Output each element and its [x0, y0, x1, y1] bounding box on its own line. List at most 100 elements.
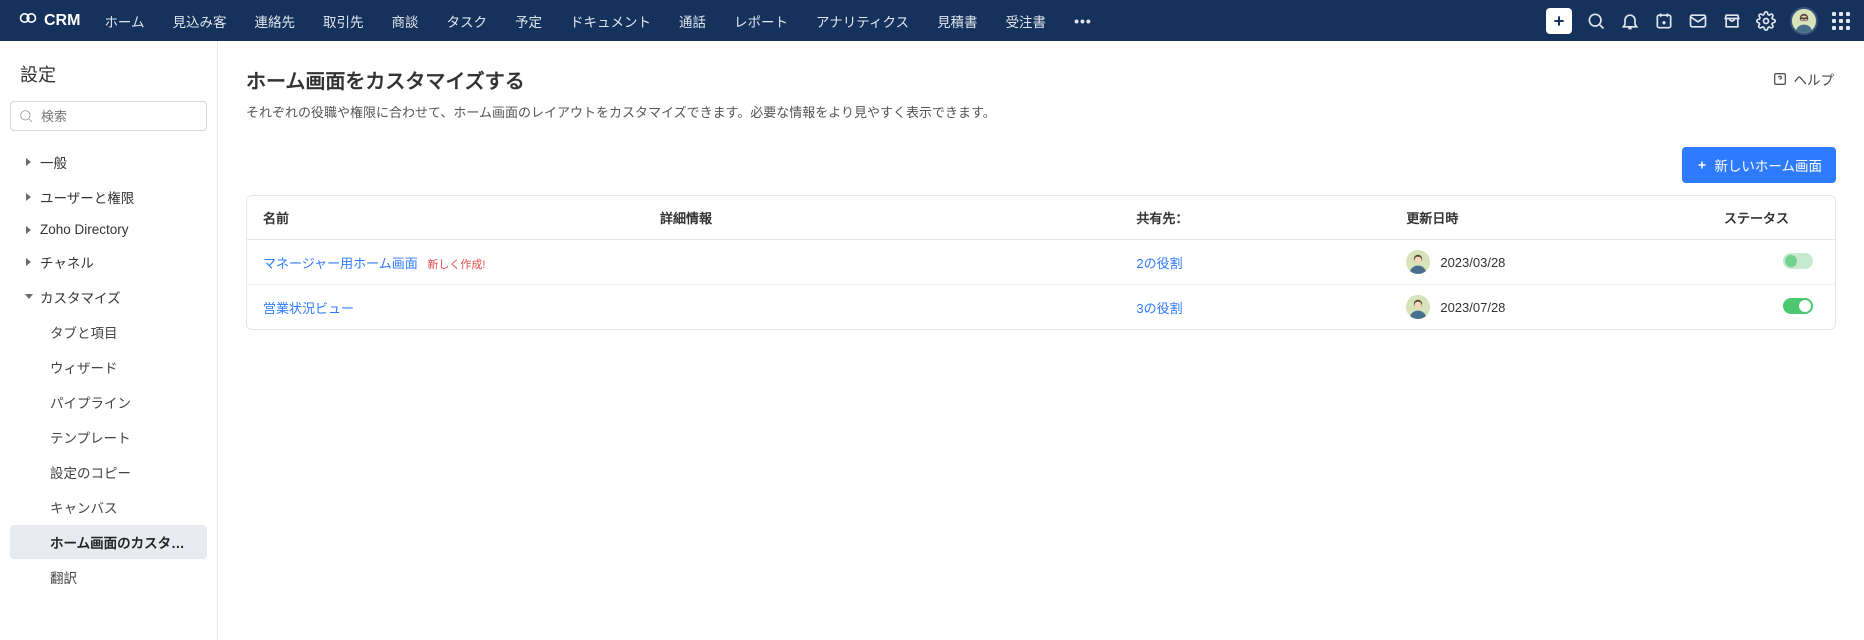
nav-item-label: レポート: [734, 11, 788, 31]
sidebar-section-zoho-directory[interactable]: Zoho Directory: [10, 215, 207, 244]
nav-item-accounts[interactable]: 取引先: [309, 0, 378, 41]
table-row: マネージャー用ホーム画面 新しく作成! 2の役割 2023/03/28: [247, 240, 1835, 285]
calendar-icon: [1654, 11, 1674, 31]
status-toggle[interactable]: [1783, 253, 1813, 269]
nav-item-home[interactable]: ホーム: [90, 0, 158, 41]
nav-item-orders[interactable]: 受注書: [992, 0, 1061, 41]
plus-icon: [1696, 159, 1708, 171]
sidebar-title: 設定: [0, 53, 217, 101]
nav-item-analytics[interactable]: アナリティクス: [802, 0, 923, 41]
notifications-button[interactable]: [1620, 11, 1640, 31]
apps-grid-button[interactable]: [1832, 12, 1850, 30]
sidebar-item-label: 設定のコピー: [50, 462, 131, 482]
sidebar-item-label: パイプライン: [50, 392, 131, 412]
help-label: ヘルプ: [1794, 69, 1835, 89]
sidebar-item-canvas[interactable]: キャンバス: [10, 490, 207, 524]
nav-item-label: 通話: [679, 11, 706, 31]
sidebar-search: [10, 101, 207, 131]
mail-button[interactable]: [1688, 11, 1708, 31]
sidebar-item-label: ウィザード: [50, 357, 118, 377]
brand-logo-icon: [18, 8, 38, 33]
nav-item-label: 連絡先: [255, 11, 296, 31]
mail-icon: [1688, 11, 1708, 31]
search-icon: [1586, 11, 1606, 31]
profile-avatar[interactable]: [1790, 7, 1818, 35]
button-label: 新しいホーム画面: [1714, 155, 1822, 175]
marketplace-button[interactable]: [1722, 11, 1742, 31]
status-toggle[interactable]: [1783, 298, 1813, 314]
column-header-detail: 詳細情報: [644, 196, 1120, 240]
sidebar-item-label: 翻訳: [50, 567, 77, 587]
column-header-share: 共有先：: [1120, 196, 1390, 240]
brand-text: CRM: [44, 12, 80, 30]
quick-create-button[interactable]: [1546, 8, 1572, 34]
gear-icon: [1756, 11, 1776, 31]
nav-item-leads[interactable]: 見込み客: [159, 0, 241, 41]
sidebar-item-home-customize[interactable]: ホーム画面のカスタマイ...: [10, 525, 207, 559]
sidebar-section-label: Zoho Directory: [40, 222, 129, 237]
nav-item-label: アナリティクス: [816, 11, 909, 31]
column-header-status: ステータス: [1708, 196, 1835, 240]
nav-more[interactable]: •••: [1060, 0, 1106, 41]
row-detail: [644, 240, 1120, 285]
nav-item-deals[interactable]: 商談: [378, 0, 433, 41]
nav-item-label: 見込み客: [173, 11, 227, 31]
settings-sidebar: 設定 一般 ユーザーと権限 Zoho Directory チャネル: [0, 41, 218, 640]
sidebar-section-label: カスタマイズ: [40, 287, 121, 307]
new-home-screen-button[interactable]: 新しいホーム画面: [1682, 147, 1836, 183]
calendar-button[interactable]: [1654, 11, 1674, 31]
avatar-icon: [1406, 295, 1430, 319]
row-share-link[interactable]: 2の役割: [1136, 256, 1182, 271]
chevron-down-icon: [24, 292, 36, 302]
row-name-link[interactable]: 営業状況ビュー: [263, 301, 354, 316]
sidebar-section-general[interactable]: 一般: [10, 145, 207, 179]
nav-item-documents[interactable]: ドキュメント: [556, 0, 665, 41]
sidebar-item-label: タブと項目: [50, 322, 118, 342]
sidebar-section-label: 一般: [40, 152, 67, 172]
plus-icon: [1551, 13, 1567, 29]
bell-icon: [1620, 11, 1640, 31]
nav-item-quotes[interactable]: 見積書: [923, 0, 992, 41]
nav-item-contacts[interactable]: 連絡先: [241, 0, 310, 41]
nav-item-calls[interactable]: 通話: [665, 0, 720, 41]
nav-item-label: 予定: [515, 11, 542, 31]
nav-more-label: •••: [1074, 13, 1092, 29]
sidebar-item-label: テンプレート: [50, 427, 131, 447]
row-updated-date: 2023/03/28: [1440, 255, 1505, 270]
brand[interactable]: CRM: [8, 8, 90, 33]
user-avatar: [1406, 295, 1430, 319]
nav-item-events[interactable]: 予定: [501, 0, 556, 41]
sidebar-item-translation[interactable]: 翻訳: [10, 560, 207, 594]
sidebar-tree: 一般 ユーザーと権限 Zoho Directory チャネル カスタマイズ タブ…: [0, 145, 217, 594]
sidebar-section-customize[interactable]: カスタマイズ: [10, 280, 207, 314]
sidebar-item-wizard[interactable]: ウィザード: [10, 350, 207, 384]
row-detail: [644, 285, 1120, 330]
new-badge: 新しく作成!: [427, 259, 485, 271]
sidebar-item-tabs-fields[interactable]: タブと項目: [10, 315, 207, 349]
search-input[interactable]: [10, 101, 207, 131]
home-screens-table: 名前 詳細情報 共有先： 更新日時 ステータス マネージャー用ホーム画面 新しく…: [246, 195, 1836, 330]
page-description: それぞれの役職や権限に合わせて、ホーム画面のレイアウトをカスタマイズできます。必…: [246, 102, 996, 121]
nav-item-label: 取引先: [323, 11, 364, 31]
sidebar-item-copy-settings[interactable]: 設定のコピー: [10, 455, 207, 489]
row-name-link[interactable]: マネージャー用ホーム画面: [263, 256, 418, 271]
help-icon: [1772, 71, 1788, 87]
nav-item-label: 商談: [392, 11, 419, 31]
nav-item-label: タスク: [447, 11, 488, 31]
row-share-link[interactable]: 3の役割: [1136, 301, 1182, 316]
search-button[interactable]: [1586, 11, 1606, 31]
sidebar-section-users[interactable]: ユーザーと権限: [10, 180, 207, 214]
sidebar-item-pipeline[interactable]: パイプライン: [10, 385, 207, 419]
sidebar-item-template[interactable]: テンプレート: [10, 420, 207, 454]
settings-button[interactable]: [1756, 11, 1776, 31]
chevron-right-icon: [24, 257, 36, 267]
user-avatar: [1406, 250, 1430, 274]
nav-item-label: ドキュメント: [570, 11, 651, 31]
nav-item-reports[interactable]: レポート: [720, 0, 802, 41]
search-icon: [18, 108, 34, 124]
sidebar-item-label: ホーム画面のカスタマイ...: [50, 532, 190, 552]
sidebar-section-channel[interactable]: チャネル: [10, 245, 207, 279]
nav-item-tasks[interactable]: タスク: [433, 0, 502, 41]
nav-items: ホーム 見込み客 連絡先 取引先 商談 タスク 予定 ドキュメント 通話 レポー…: [90, 0, 1105, 41]
help-link[interactable]: ヘルプ: [1770, 65, 1837, 93]
